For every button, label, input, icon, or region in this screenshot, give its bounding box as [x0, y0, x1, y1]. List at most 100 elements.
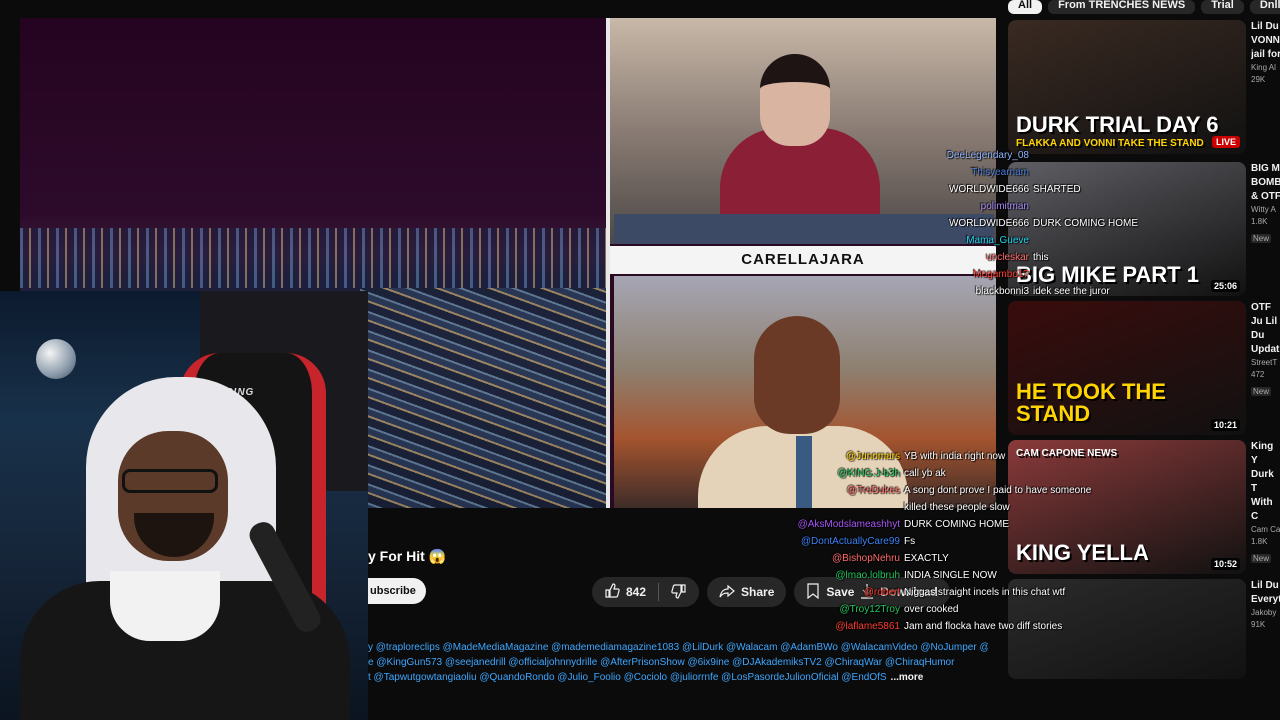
subscribe-button[interactable]: ubscribe [368, 578, 426, 604]
chat-username[interactable]: @lmao.lolbruh [770, 567, 900, 584]
channel-name[interactable]: Cam Ca [1251, 524, 1280, 536]
chat-text: Jam and flocka have two diff stories [904, 621, 1063, 632]
view-count: 1.8K [1251, 537, 1268, 546]
chat-username[interactable]: @KING.J-b3h [770, 465, 900, 482]
channel-name[interactable]: King Al [1251, 62, 1280, 74]
chat-username[interactable]: Mama_Gueve [915, 232, 1029, 249]
chat-username[interactable]: Thisyearnam [915, 164, 1029, 181]
chat-message: Thisyearnam [915, 164, 1138, 181]
video-thumbnail[interactable]: HE TOOK THE STAND 10:21 [1008, 301, 1246, 435]
chat-overlay-lower: @Junomars YB with india right now @KING.J-… [770, 448, 1092, 635]
video-meta: King Y Durk T With C Cam Ca 1.8K New [1251, 440, 1280, 566]
chat-username[interactable]: @AksModslameashhyt [770, 516, 900, 533]
streamer-webcam: TRCING [0, 291, 368, 720]
view-count: 1.8K [1251, 217, 1268, 226]
chat-username[interactable]: polimitman [915, 198, 1029, 215]
like-separator [658, 583, 660, 601]
chat-username[interactable]: @DontActuallyCare99 [770, 533, 900, 550]
video-meta: OTF Ju Lil Du Updat StreetT 472 New [1251, 301, 1280, 399]
chat-username[interactable]: WORLDWIDE666 [915, 181, 1029, 198]
chat-text: SHARTED [1033, 184, 1081, 195]
chip-drill-music[interactable]: Dnll mu [1249, 0, 1280, 14]
recommended-video[interactable]: FLAKKA AND VONNI TAKE THE STAND DURK TRIA… [1008, 20, 1280, 154]
chat-message: blackbonni3 idek see the juror [915, 283, 1138, 300]
chat-message: @BishopNehru EXACTLY [770, 550, 1091, 567]
video-meta: Lil Du VONNI jail for King Al 29K [1251, 20, 1280, 86]
channel-name[interactable]: Jakoby [1251, 607, 1280, 619]
more-link[interactable]: ...more [891, 672, 924, 683]
video-title[interactable]: King Y Durk T With C [1251, 440, 1280, 524]
chat-text: over cooked [904, 604, 959, 615]
new-badge: New [1251, 234, 1272, 243]
chat-username[interactable]: blackbonni3 [915, 283, 1029, 300]
chat-username[interactable]: @Junomars [770, 448, 900, 465]
chat-username[interactable]: @robert [770, 584, 900, 601]
video-thumbnail[interactable]: FLAKKA AND VONNI TAKE THE STAND DURK TRIA… [1008, 20, 1246, 154]
channel-name[interactable]: Witty A [1251, 204, 1280, 216]
video-meta: Lil Du Everyt Jakoby 91K [1251, 579, 1280, 631]
chat-message: WORLDWIDE666 DURK COMING HOME [915, 215, 1138, 232]
live-badge: LIVE [1211, 136, 1240, 148]
chat-username[interactable]: @TreDukes [770, 482, 900, 499]
video-meta: BIG M BOMBE & OTFWitty A1.8K New [1251, 162, 1280, 246]
description-line-text: t @Tapwutgowtangiaoliu @QuandoRondo @Jul… [368, 672, 887, 683]
video-title[interactable]: OTF Ju Lil Du Updat [1251, 301, 1280, 357]
chat-message: @TreDukes A song dont prove I paid to hav… [770, 482, 1091, 499]
channel-name[interactable]: StreetT [1251, 357, 1280, 369]
chat-message: DeeLegendary_08 [915, 147, 1138, 164]
chat-text: INDIA SINGLE NOW [904, 570, 997, 581]
share-icon [719, 583, 735, 602]
chat-username[interactable]: @Troy12Troy [770, 601, 900, 618]
chat-text: EXACTLY [904, 553, 949, 564]
view-count: 91K [1251, 620, 1266, 629]
view-count: 472 [1251, 370, 1265, 379]
like-dislike-group: 842 [592, 577, 700, 607]
chat-message: polimitman [915, 198, 1138, 215]
description-line: y @traploreclips @MadeMediaMagazine @mad… [368, 642, 988, 653]
chat-username[interactable]: DeeLegendary_08 [915, 147, 1029, 164]
video-title: y For Hit 😱 [368, 548, 447, 564]
chat-username[interactable]: Mogambo17 [915, 266, 1029, 283]
duration-badge: 10:21 [1210, 419, 1240, 431]
chat-message: @KING.J-b3h call yb ak [770, 465, 1091, 482]
chat-message: WORLDWIDE666 SHARTED [915, 181, 1138, 198]
chat-username[interactable]: @laflame5861 [770, 618, 900, 635]
disco-ball [36, 339, 76, 379]
chat-username[interactable]: @BishopNehru [770, 550, 900, 567]
chat-message: @robert Niggas straight incels in this ch… [770, 584, 1091, 601]
video-title[interactable]: BIG M BOMBE & OTF [1251, 162, 1280, 204]
chat-message: killed these people slow [770, 499, 1091, 516]
chip-trial[interactable]: Trial [1201, 0, 1244, 14]
chat-text: idek see the juror [1033, 286, 1110, 297]
view-count: 29K [1251, 75, 1266, 84]
filter-chips: All From TRENCHES NEWS Trial Dnll mu [1008, 0, 1280, 14]
glasses [122, 469, 218, 493]
city-lights [20, 228, 608, 288]
chat-message: @AksModslameashhyt DURK COMING HOME [770, 516, 1091, 533]
new-badge: New [1251, 554, 1272, 563]
chip-trenches-news[interactable]: From TRENCHES NEWS [1048, 0, 1196, 14]
chat-message: @Junomars YB with india right now [770, 448, 1091, 465]
chat-username[interactable]: uncleskar [915, 249, 1029, 266]
chat-text: YB with india right now [904, 451, 1006, 462]
video-title[interactable]: Lil Du VONNI jail for [1251, 20, 1280, 62]
chat-message: @laflame5861 Jam and flocka have two diff… [770, 618, 1091, 635]
chat-message: uncleskar this [915, 249, 1138, 266]
thumbs-up-icon[interactable] [604, 582, 620, 602]
thumbs-down-icon[interactable] [671, 583, 687, 602]
video-description: y @traploreclips @MadeMediaMagazine @mad… [368, 640, 988, 685]
screen: CARELLAJARA All From TRENCHES NEWS Trial Dn… [0, 0, 1280, 720]
video-title[interactable]: Lil Du Everyt [1251, 579, 1280, 607]
duration-badge: 25:06 [1210, 280, 1240, 292]
anchor-head [760, 54, 830, 146]
chat-overlay-upper: DeeLegendary_08 Thisyearnam WORLDWIDE666 SH… [915, 147, 1138, 300]
chat-username[interactable]: WORLDWIDE666 [915, 215, 1029, 232]
chip-all[interactable]: All [1008, 0, 1043, 14]
chat-text: DURK COMING HOME [1033, 218, 1138, 229]
description-line: e @KingGun573 @seejanedrill @officialjoh… [368, 657, 955, 668]
chat-text: call yb ak [904, 468, 946, 479]
guest-head [754, 316, 840, 434]
recommended-video[interactable]: HE TOOK THE STAND 10:21 OTF Ju Lil Du Upda… [1008, 301, 1280, 435]
city-street-overlay [360, 288, 608, 508]
chat-text: A song dont prove I paid to have someone [904, 485, 1092, 496]
